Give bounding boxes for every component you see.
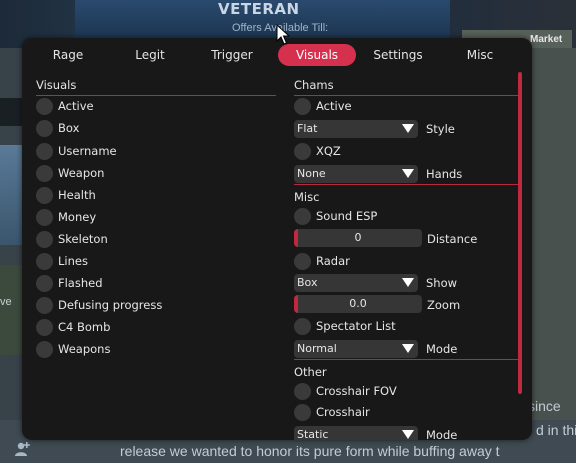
chams-style-dropdown[interactable]: Flat <box>294 120 418 138</box>
money-label: Money <box>58 210 97 224</box>
weapon-label: Weapon <box>58 166 105 180</box>
chevron-down-icon <box>402 430 414 439</box>
misc-mode-value: Normal <box>297 342 337 355</box>
show-dropdown[interactable]: Box <box>294 274 418 292</box>
health-checkbox[interactable] <box>36 187 53 204</box>
weapons-checkbox[interactable] <box>36 341 53 358</box>
zoom-slider[interactable]: 0.0 <box>294 295 422 313</box>
other-mode-label: Mode <box>426 428 458 440</box>
crosshair-label: Crosshair <box>316 405 370 419</box>
misc-section-title: Misc <box>294 190 320 204</box>
show-value: Box <box>297 276 318 289</box>
misc-mode-label: Mode <box>426 342 458 356</box>
money-checkbox[interactable] <box>36 209 53 226</box>
spectator-list-label: Spectator List <box>316 319 396 333</box>
chevron-down-icon <box>402 344 414 353</box>
tab-trigger[interactable]: Trigger <box>204 44 260 66</box>
distance-value: 0 <box>354 231 362 244</box>
show-label: Show <box>426 276 458 290</box>
skeleton-checkbox[interactable] <box>36 231 53 248</box>
flashed-label: Flashed <box>58 276 103 290</box>
sound-esp-label: Sound ESP <box>316 209 378 223</box>
side-text: ve <box>0 296 12 308</box>
cheat-menu-window: Rage Legit Trigger Visuals Settings Misc… <box>22 38 532 440</box>
weapons-label: Weapons <box>58 342 111 356</box>
chevron-down-icon <box>402 124 414 133</box>
c4-bomb-label: C4 Bomb <box>58 320 111 334</box>
chevron-down-icon <box>402 278 414 287</box>
skeleton-label: Skeleton <box>58 232 108 246</box>
chams-section-title: Chams <box>294 78 334 92</box>
chams-hands-value: None <box>297 167 326 180</box>
crosshair-fov-checkbox[interactable] <box>294 383 311 400</box>
chams-active-label: Active <box>316 99 352 113</box>
box-checkbox[interactable] <box>36 120 53 137</box>
chams-active-checkbox[interactable] <box>294 98 311 115</box>
visuals-active-label: Active <box>58 99 94 113</box>
other-mode-value: Static <box>297 428 329 440</box>
news-text-line3: release we wanted to honor its pure form… <box>120 443 500 459</box>
crosshair-checkbox[interactable] <box>294 404 311 421</box>
tab-rage[interactable]: Rage <box>40 44 96 66</box>
other-divider-top <box>294 359 518 360</box>
visuals-divider <box>36 95 276 96</box>
tab-bar: Rage Legit Trigger Visuals Settings Misc <box>22 44 532 66</box>
news-text-line1: since <box>528 398 561 414</box>
xqz-checkbox[interactable] <box>294 143 311 160</box>
health-label: Health <box>58 188 96 202</box>
lines-label: Lines <box>58 254 88 268</box>
zoom-value: 0.0 <box>349 297 367 310</box>
zoom-label: Zoom <box>427 298 461 312</box>
chams-hands-dropdown[interactable]: None <box>294 165 418 183</box>
xqz-label: XQZ <box>316 144 341 158</box>
defusing-progress-label: Defusing progress <box>58 298 163 312</box>
chams-style-label: Style <box>426 122 455 136</box>
news-text-line2: d in thi <box>536 422 576 438</box>
crosshair-fov-label: Crosshair FOV <box>316 384 397 398</box>
misc-mode-dropdown[interactable]: Normal <box>294 340 418 358</box>
misc-divider-top <box>294 184 518 185</box>
zoom-slider-fill <box>294 295 298 313</box>
sound-esp-checkbox[interactable] <box>294 208 311 225</box>
spectator-list-checkbox[interactable] <box>294 318 311 335</box>
add-friend-icon[interactable] <box>14 441 30 457</box>
chevron-down-icon <box>402 169 414 178</box>
banner-title: VETERAN <box>218 0 300 18</box>
weapon-checkbox[interactable] <box>36 165 53 182</box>
c4-bomb-checkbox[interactable] <box>36 319 53 336</box>
distance-slider-fill <box>294 229 298 247</box>
visuals-section-title: Visuals <box>36 78 77 92</box>
tab-misc[interactable]: Misc <box>452 44 508 66</box>
tab-legit[interactable]: Legit <box>122 44 178 66</box>
chams-hands-label: Hands <box>426 167 463 181</box>
other-section-title: Other <box>294 365 327 379</box>
flashed-checkbox[interactable] <box>36 275 53 292</box>
username-label: Username <box>58 144 117 158</box>
visuals-active-checkbox[interactable] <box>36 98 53 115</box>
tab-settings[interactable]: Settings <box>366 44 430 66</box>
chams-divider <box>294 95 518 96</box>
other-mode-dropdown[interactable]: Static <box>294 426 418 440</box>
radar-label: Radar <box>316 254 350 268</box>
lines-checkbox[interactable] <box>36 253 53 270</box>
chams-style-value: Flat <box>297 122 318 135</box>
box-label: Box <box>58 121 80 135</box>
mouse-cursor-icon <box>276 24 290 45</box>
tab-visuals[interactable]: Visuals <box>278 44 356 66</box>
defusing-progress-checkbox[interactable] <box>36 297 53 314</box>
menu-scrollbar[interactable] <box>518 72 522 394</box>
distance-slider[interactable]: 0 <box>294 229 422 247</box>
distance-label: Distance <box>427 232 478 246</box>
username-checkbox[interactable] <box>36 143 53 160</box>
radar-checkbox[interactable] <box>294 253 311 270</box>
